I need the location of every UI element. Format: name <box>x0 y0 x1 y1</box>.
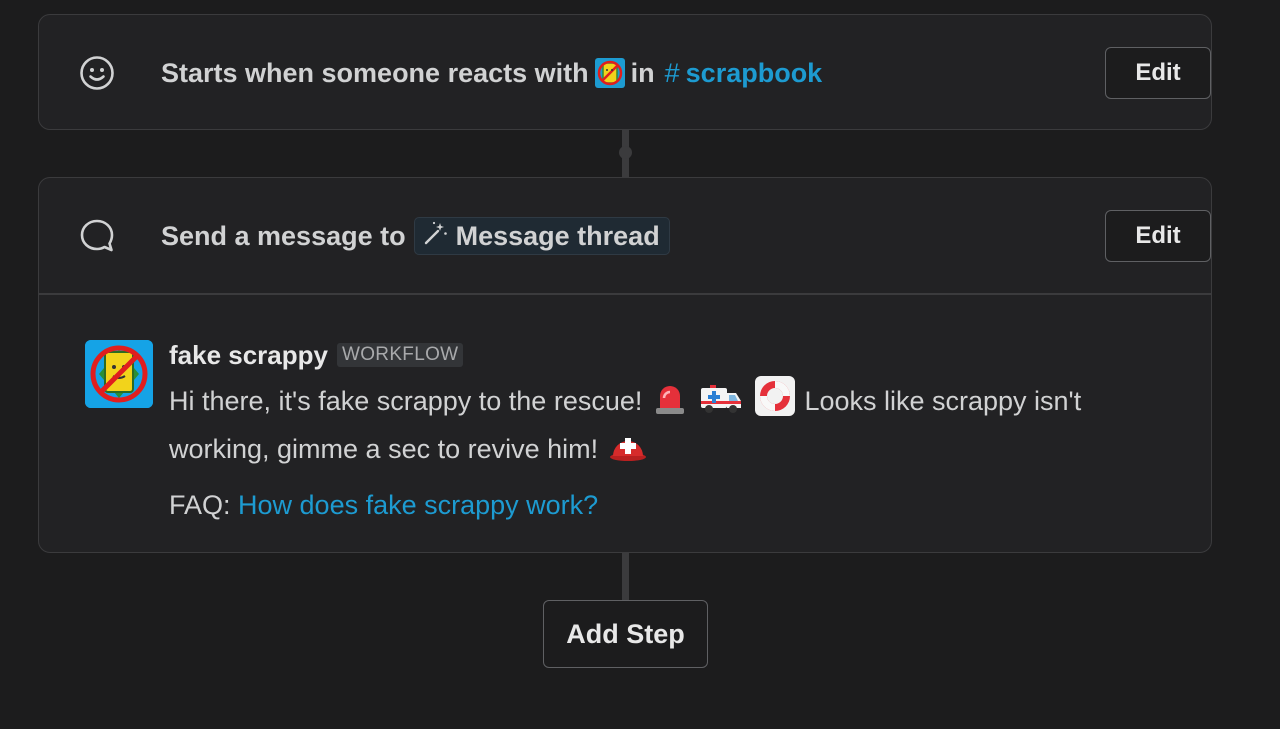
message-line1-part1: Hi there, it's fake scrappy to the rescu… <box>169 386 643 416</box>
ambulance-icon <box>699 380 743 428</box>
trigger-in-text: in <box>630 57 655 88</box>
message-line1-part2: Looks like scrappy isn't <box>804 386 1082 416</box>
sender-name[interactable]: fake scrappy <box>169 340 328 371</box>
lifebuoy-icon <box>754 376 795 428</box>
avatar <box>85 340 153 408</box>
message-text: Hi there, it's fake scrappy to the rescu… <box>169 376 1171 476</box>
faq-line: FAQ: How does fake scrappy work? <box>169 490 1171 521</box>
scrappy-emoji-icon <box>594 58 625 88</box>
trigger-text: Starts when someone reacts with <box>161 57 589 88</box>
edit-trigger-button[interactable]: Edit <box>1105 47 1211 99</box>
faq-link[interactable]: How does fake scrappy work? <box>238 490 598 520</box>
step-text: Send a message to <box>161 220 406 251</box>
faq-prefix: FAQ: <box>169 490 231 520</box>
sender-line: fake scrappy WORKFLOW <box>169 338 1171 372</box>
connector-dot <box>619 146 632 159</box>
rescue-helmet-icon <box>608 428 648 476</box>
step-row: Send a message to Message thread Edit <box>39 178 1211 294</box>
channel-name: scrapbook <box>685 57 823 88</box>
magic-wand-icon <box>423 220 456 253</box>
step-description: Send a message to Message thread <box>161 217 670 255</box>
message-line2: working, gimme a sec to revive him! <box>169 434 599 464</box>
edit-step-button[interactable]: Edit <box>1105 210 1211 262</box>
add-step-button[interactable]: Add Step <box>543 600 708 668</box>
trigger-description: Starts when someone reacts with in # scra… <box>161 58 822 89</box>
message-body: fake scrappy WORKFLOW Hi there, it's fak… <box>169 338 1171 521</box>
trigger-card[interactable]: Starts when someone reacts with in # scra… <box>38 14 1212 130</box>
workflow-badge: WORKFLOW <box>336 343 464 367</box>
message-step-card[interactable]: Send a message to Message thread Edit fa… <box>38 177 1212 553</box>
smile-icon <box>79 55 115 91</box>
card-divider <box>39 293 1211 295</box>
message-thread-variable[interactable]: Message thread <box>413 217 670 255</box>
trigger-row: Starts when someone reacts with in # scra… <box>39 15 1211 131</box>
message-bubble-icon <box>79 218 115 254</box>
channel-hash: # <box>664 57 680 88</box>
siren-icon <box>652 380 688 428</box>
workflow-canvas: Starts when someone reacts with in # scra… <box>0 0 1280 729</box>
connector-line-bottom <box>622 553 629 600</box>
variable-label: Message thread <box>455 220 660 251</box>
channel-link[interactable]: # scrapbook <box>665 58 823 89</box>
